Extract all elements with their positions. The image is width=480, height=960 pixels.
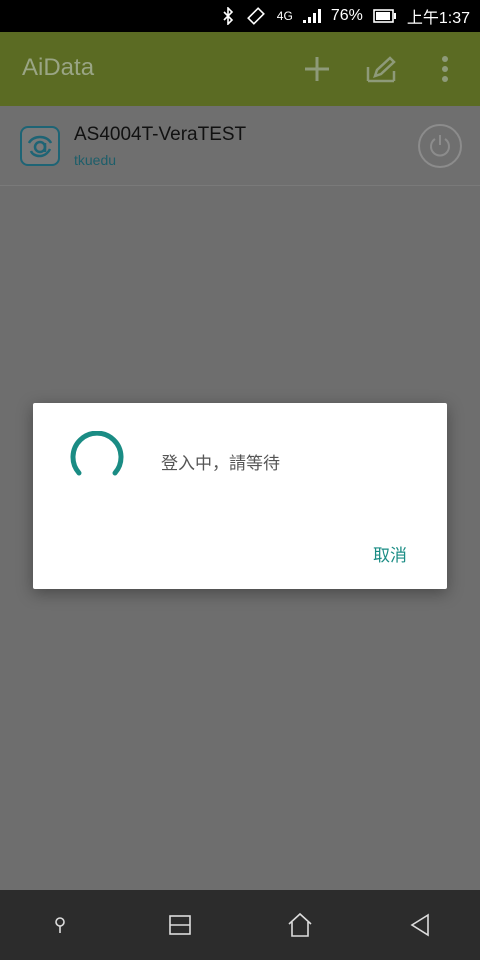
signal-icon	[302, 9, 321, 23]
device-logo	[20, 126, 60, 166]
edit-icon	[366, 56, 396, 83]
cancel-button[interactable]: 取消	[373, 541, 407, 566]
status-bar: 4G 76% 上午1:37	[0, 0, 480, 32]
recent-apps-button[interactable]	[155, 900, 205, 950]
aidata-logo-icon	[27, 135, 53, 158]
nav-bar	[0, 890, 480, 960]
edit-button[interactable]	[364, 52, 398, 86]
back-button[interactable]	[395, 900, 445, 950]
back-icon	[410, 913, 429, 937]
clock: 上午1:37	[406, 10, 470, 27]
power-button[interactable]	[418, 124, 462, 168]
app-title: AiData	[22, 54, 95, 81]
recent-apps-icon	[169, 915, 191, 935]
app-bar-actions	[300, 52, 462, 86]
device-name: AS4004T-VeraTEST	[74, 124, 247, 145]
pin-icon	[55, 917, 65, 933]
app-bar: AiData	[0, 32, 480, 106]
battery-percent: 76%	[330, 7, 363, 24]
home-icon	[288, 912, 312, 937]
loading-dialog: 登入中，請等待 取消	[33, 403, 447, 589]
more-icon	[442, 56, 448, 82]
add-button[interactable]	[300, 52, 334, 86]
add-icon	[305, 57, 329, 81]
vibrate-icon	[245, 7, 267, 25]
device-subtitle: tkuedu	[74, 152, 117, 168]
bluetooth-icon	[221, 7, 235, 25]
home-button[interactable]	[275, 900, 325, 950]
power-icon	[430, 135, 450, 157]
network-icon: 4G	[276, 9, 293, 23]
dialog-message: 登入中，請等待	[161, 454, 280, 474]
more-button[interactable]	[428, 52, 462, 86]
loading-spinner-icon	[70, 431, 124, 476]
list-item[interactable]: AS4004T-VeraTEST tkuedu	[0, 106, 480, 186]
pin-button[interactable]	[35, 900, 85, 950]
battery-icon	[373, 9, 397, 23]
